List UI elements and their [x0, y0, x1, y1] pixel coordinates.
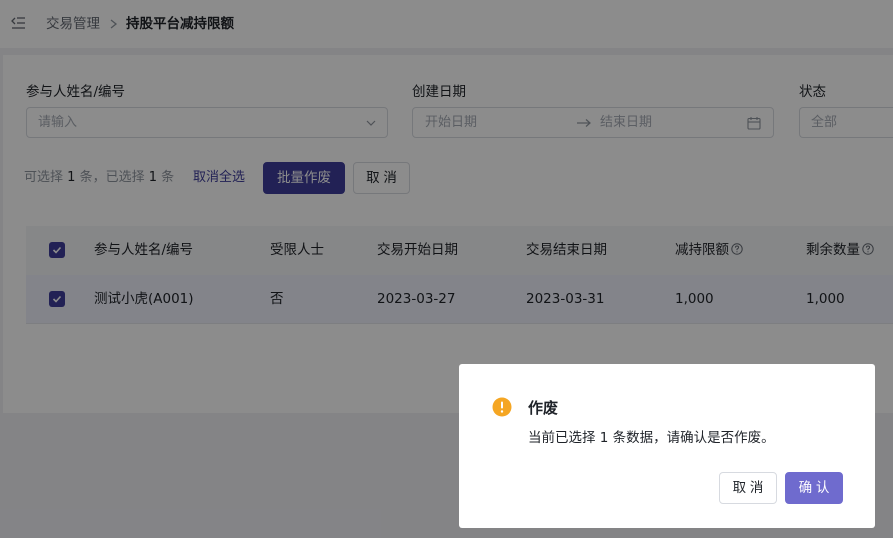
dialog-confirm-button[interactable]: 确 认 [785, 472, 843, 504]
dialog-content: 当前已选择 1 条数据，请确认是否作废。 [528, 430, 775, 446]
dialog-cancel-button[interactable]: 取 消 [719, 472, 777, 504]
page: 交易管理 持股平台减持限额 参与人姓名/编号 请输入 创建日期 开始日期 结束日… [0, 0, 893, 538]
warning-icon [492, 397, 512, 417]
dialog-title: 作废 [528, 399, 559, 417]
confirm-dialog: 作废 当前已选择 1 条数据，请确认是否作废。 取 消 确 认 [459, 364, 875, 528]
